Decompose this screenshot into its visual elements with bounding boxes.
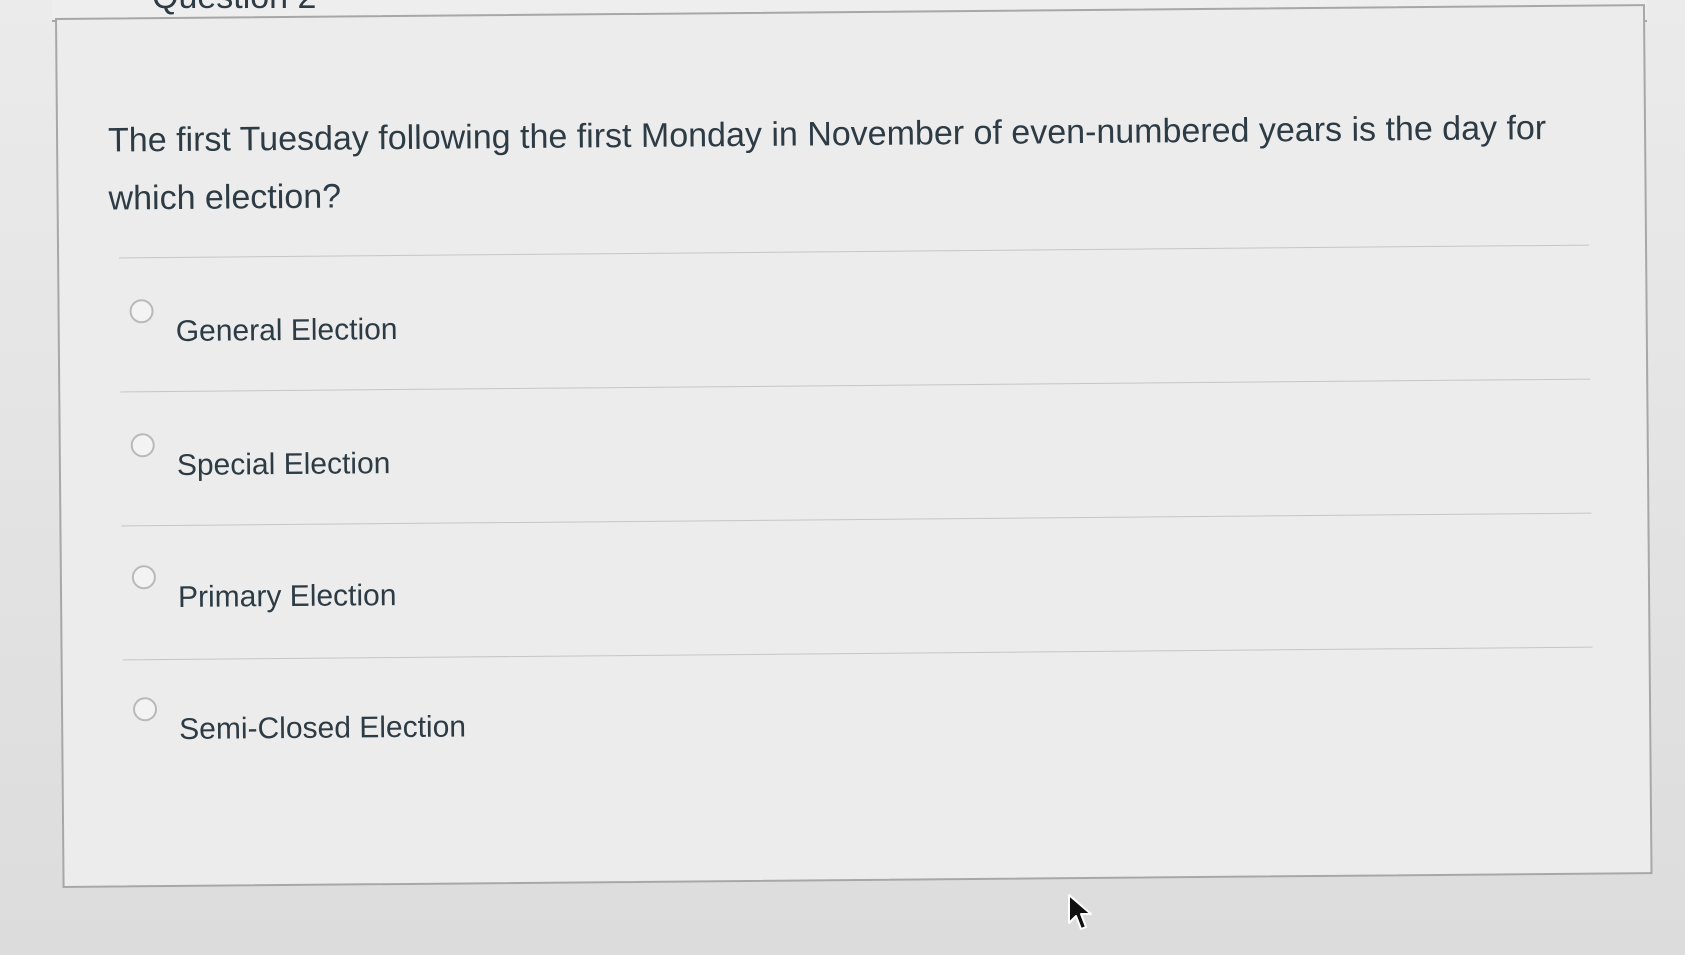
- radio-unchecked-icon[interactable]: [131, 565, 156, 590]
- answer-option-general-election[interactable]: General Election: [129, 287, 1580, 390]
- radio-unchecked-icon[interactable]: [132, 697, 158, 722]
- radio-unchecked-icon[interactable]: [129, 299, 154, 324]
- mouse-pointer-icon: [1068, 894, 1092, 930]
- question-card: The first Tuesday following the first Mo…: [55, 4, 1653, 888]
- answer-option-semi-closed-election[interactable]: Semi-Closed Election: [132, 685, 1584, 788]
- question-title: Question 2: [152, 0, 316, 17]
- answer-label: General Election: [175, 313, 398, 348]
- radio-unchecked-icon[interactable]: [130, 433, 155, 458]
- answer-label: Primary Election: [177, 579, 397, 614]
- divider: [119, 244, 1590, 259]
- screen: Question 2 The first Tuesday following t…: [0, 0, 1685, 955]
- answer-label: Semi-Closed Election: [179, 710, 467, 746]
- question-text: The first Tuesday following the first Mo…: [107, 108, 1547, 218]
- answer-label: Special Election: [176, 447, 391, 482]
- answer-option-special-election[interactable]: Special Election: [130, 421, 1582, 524]
- answer-option-primary-election[interactable]: Primary Election: [131, 553, 1583, 656]
